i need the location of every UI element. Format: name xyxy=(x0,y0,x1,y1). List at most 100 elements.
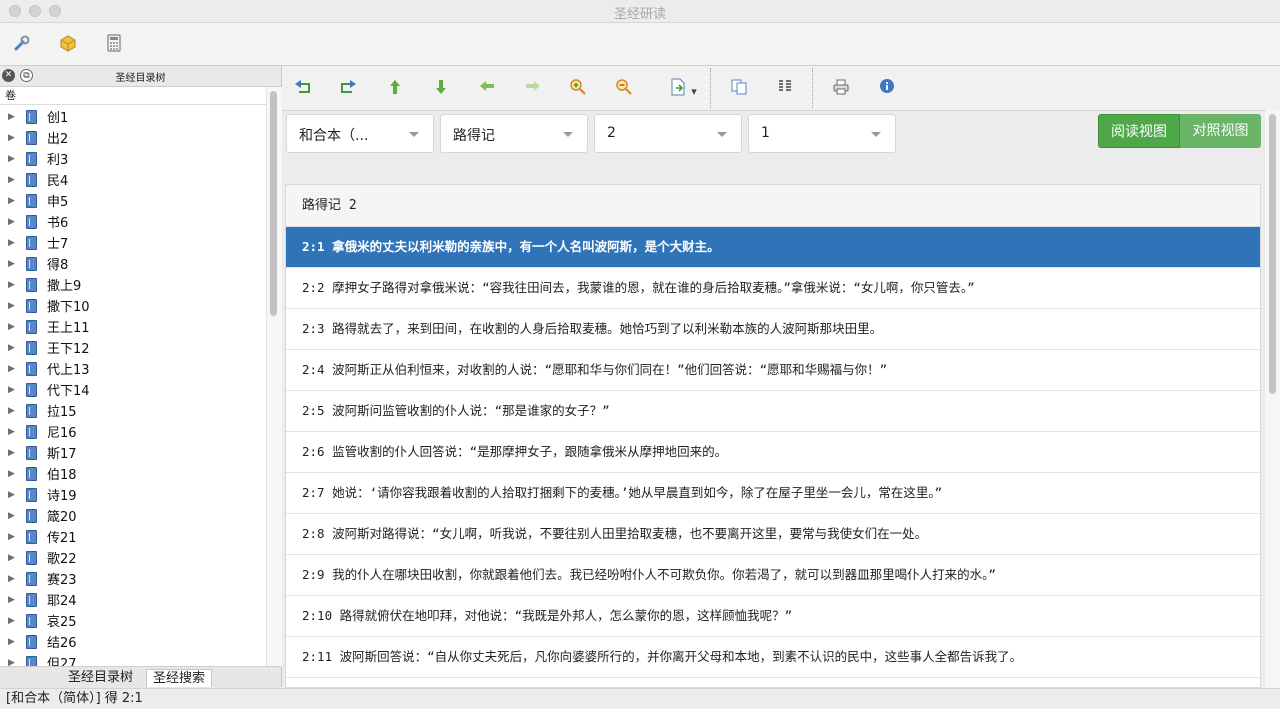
scrollbar-thumb[interactable] xyxy=(270,91,277,316)
expand-arrow-icon[interactable]: ▶ xyxy=(8,553,15,563)
tree-item[interactable]: ▶ 王下12 xyxy=(0,337,266,358)
scrollbar-thumb[interactable] xyxy=(1269,114,1276,394)
tree-scrollbar[interactable] xyxy=(266,87,282,667)
expand-arrow-icon[interactable]: ▶ xyxy=(8,154,15,164)
tree-item[interactable]: ▶ 传21 xyxy=(0,526,266,547)
chapter-select[interactable]: 2 xyxy=(594,114,742,153)
expand-arrow-icon[interactable]: ▶ xyxy=(8,175,15,185)
copy-icon[interactable] xyxy=(728,78,750,98)
book-select[interactable]: 路得记 xyxy=(440,114,588,153)
wrench-icon[interactable] xyxy=(12,34,32,54)
tree-item[interactable]: ▶ 代上13 xyxy=(0,358,266,379)
tree-item[interactable]: ▶ 但27 xyxy=(0,652,266,666)
right-arrow-icon[interactable] xyxy=(522,78,544,98)
expand-arrow-icon[interactable]: ▶ xyxy=(8,364,15,374)
tab-bible-search[interactable]: 圣经搜索 xyxy=(146,669,213,687)
content-scrollbar[interactable] xyxy=(1265,110,1280,688)
tree-item[interactable]: ▶ 民4 xyxy=(0,169,266,190)
expand-arrow-icon[interactable]: ▶ xyxy=(8,343,15,353)
expand-arrow-icon[interactable]: ▶ xyxy=(8,322,15,332)
tree-item[interactable]: ▶ 撒下10 xyxy=(0,295,266,316)
reading-view-button[interactable]: 阅读视图 xyxy=(1098,114,1180,148)
tree-item[interactable]: ▶ 出2 xyxy=(0,127,266,148)
expand-arrow-icon[interactable]: ▶ xyxy=(8,406,15,416)
left-arrow-icon[interactable] xyxy=(476,78,498,98)
verse-select[interactable]: 1 xyxy=(748,114,896,153)
verse-row[interactable]: 2:10 路得就俯伏在地叩拜，对他说：“我既是外邦人，怎么蒙你的恩，这样顾恤我呢… xyxy=(286,596,1260,637)
box-icon[interactable] xyxy=(58,34,78,54)
verse-row[interactable]: 2:11 波阿斯回答说：“自从你丈夫死后，凡你向婆婆所行的，并你离开父母和本地，… xyxy=(286,637,1260,678)
expand-arrow-icon[interactable]: ▶ xyxy=(8,448,15,458)
tab-bible-tree[interactable]: 圣经目录树 xyxy=(62,669,139,686)
status-bar: [和合本（简体）] 得 2:1 xyxy=(0,688,1280,709)
down-arrow-icon[interactable] xyxy=(430,78,452,98)
print-icon[interactable] xyxy=(830,78,852,98)
tree-item[interactable]: ▶ 撒上9 xyxy=(0,274,266,295)
expand-arrow-icon[interactable]: ▶ xyxy=(8,616,15,626)
verse-list: 2:1 拿俄米的丈夫以利米勒的亲族中，有一个人名叫波阿斯，是个大财主。 2:2 摩… xyxy=(286,227,1260,678)
verse-row[interactable]: 2:2 摩押女子路得对拿俄米说：“容我往田间去，我蒙谁的恩，就在谁的身后拾取麦穗… xyxy=(286,268,1260,309)
tree-item[interactable]: ▶ 耶24 xyxy=(0,589,266,610)
verse-row[interactable]: 2:7 她说：‘请你容我跟着收割的人拾取打捆剩下的麦穗。’她从早晨直到如今，除了… xyxy=(286,473,1260,514)
expand-arrow-icon[interactable]: ▶ xyxy=(8,133,15,143)
version-select[interactable]: 和合本（... xyxy=(286,114,434,153)
expand-arrow-icon[interactable]: ▶ xyxy=(8,574,15,584)
tree-item[interactable]: ▶ 歌22 xyxy=(0,547,266,568)
tree-item[interactable]: ▶ 创1 xyxy=(0,106,266,127)
expand-arrow-icon[interactable]: ▶ xyxy=(8,595,15,605)
tree-item-label: 民4 xyxy=(47,174,69,189)
info-icon[interactable] xyxy=(876,78,898,98)
expand-arrow-icon[interactable]: ▶ xyxy=(8,280,15,290)
verse-row[interactable]: 2:1 拿俄米的丈夫以利米勒的亲族中，有一个人名叫波阿斯，是个大财主。 xyxy=(286,227,1260,268)
expand-arrow-icon[interactable]: ▶ xyxy=(8,196,15,206)
expand-arrow-icon[interactable]: ▶ xyxy=(8,112,15,122)
tree-item[interactable]: ▶ 诗19 xyxy=(0,484,266,505)
expand-arrow-icon[interactable]: ▶ xyxy=(8,427,15,437)
tree-item[interactable]: ▶ 结26 xyxy=(0,631,266,652)
tree-item[interactable]: ▶ 伯18 xyxy=(0,463,266,484)
export-menu-icon[interactable]: ▾ xyxy=(688,82,700,102)
tree-item[interactable]: ▶ 斯17 xyxy=(0,442,266,463)
forward-icon[interactable] xyxy=(337,78,359,98)
export-icon[interactable] xyxy=(667,78,689,98)
expand-arrow-icon[interactable]: ▶ xyxy=(8,385,15,395)
verse-row[interactable]: 2:5 波阿斯问监管收割的仆人说：“那是谁家的女子？” xyxy=(286,391,1260,432)
expand-arrow-icon[interactable]: ▶ xyxy=(8,217,15,227)
tree-item[interactable]: ▶ 申5 xyxy=(0,190,266,211)
tree-item[interactable]: ▶ 得8 xyxy=(0,253,266,274)
tree-item[interactable]: ▶ 利3 xyxy=(0,148,266,169)
tree-item[interactable]: ▶ 书6 xyxy=(0,211,266,232)
tree-item[interactable]: ▶ 拉15 xyxy=(0,400,266,421)
expand-arrow-icon[interactable]: ▶ xyxy=(8,469,15,479)
tree-item[interactable]: ▶ 士7 xyxy=(0,232,266,253)
verse-row[interactable]: 2:9 我的仆人在哪块田收割，你就跟着他们去。我已经吩咐仆人不可欺负你。你若渴了… xyxy=(286,555,1260,596)
expand-arrow-icon[interactable]: ▶ xyxy=(8,658,15,667)
verse-row[interactable]: 2:3 路得就去了，来到田间，在收割的人身后拾取麦穗。她恰巧到了以利米勒本族的人… xyxy=(286,309,1260,350)
compare-view-button[interactable]: 对照视图 xyxy=(1180,114,1261,148)
calculator-icon[interactable] xyxy=(104,34,124,54)
verse-row[interactable]: 2:4 波阿斯正从伯利恒来，对收割的人说：“愿耶和华与你们同在！”他们回答说：“… xyxy=(286,350,1260,391)
verse-row[interactable]: 2:8 波阿斯对路得说：“女儿啊，听我说，不要往别人田里拾取麦穗，也不要离开这里… xyxy=(286,514,1260,555)
columns-icon[interactable] xyxy=(774,78,796,98)
expand-arrow-icon[interactable]: ▶ xyxy=(8,532,15,542)
up-arrow-icon[interactable] xyxy=(384,78,406,98)
tree-item[interactable]: ▶ 王上11 xyxy=(0,316,266,337)
expand-arrow-icon[interactable]: ▶ xyxy=(8,301,15,311)
tree-item[interactable]: ▶ 哀25 xyxy=(0,610,266,631)
expand-arrow-icon[interactable]: ▶ xyxy=(8,490,15,500)
expand-arrow-icon[interactable]: ▶ xyxy=(8,259,15,269)
zoom-in-icon[interactable] xyxy=(567,78,589,98)
tree-item-label: 王下12 xyxy=(47,342,90,357)
title-bar: 圣经研读 xyxy=(0,0,1280,23)
tree-item[interactable]: ▶ 尼16 xyxy=(0,421,266,442)
column-header[interactable]: 卷 xyxy=(0,87,266,105)
expand-arrow-icon[interactable]: ▶ xyxy=(8,637,15,647)
tree-item[interactable]: ▶ 赛23 xyxy=(0,568,266,589)
tree-item[interactable]: ▶ 箴20 xyxy=(0,505,266,526)
verse-row[interactable]: 2:6 监管收割的仆人回答说：“是那摩押女子，跟随拿俄米从摩押地回来的。 xyxy=(286,432,1260,473)
expand-arrow-icon[interactable]: ▶ xyxy=(8,238,15,248)
expand-arrow-icon[interactable]: ▶ xyxy=(8,511,15,521)
tree-item[interactable]: ▶ 代下14 xyxy=(0,379,266,400)
back-icon[interactable] xyxy=(292,78,314,98)
zoom-out-icon[interactable] xyxy=(613,78,635,98)
